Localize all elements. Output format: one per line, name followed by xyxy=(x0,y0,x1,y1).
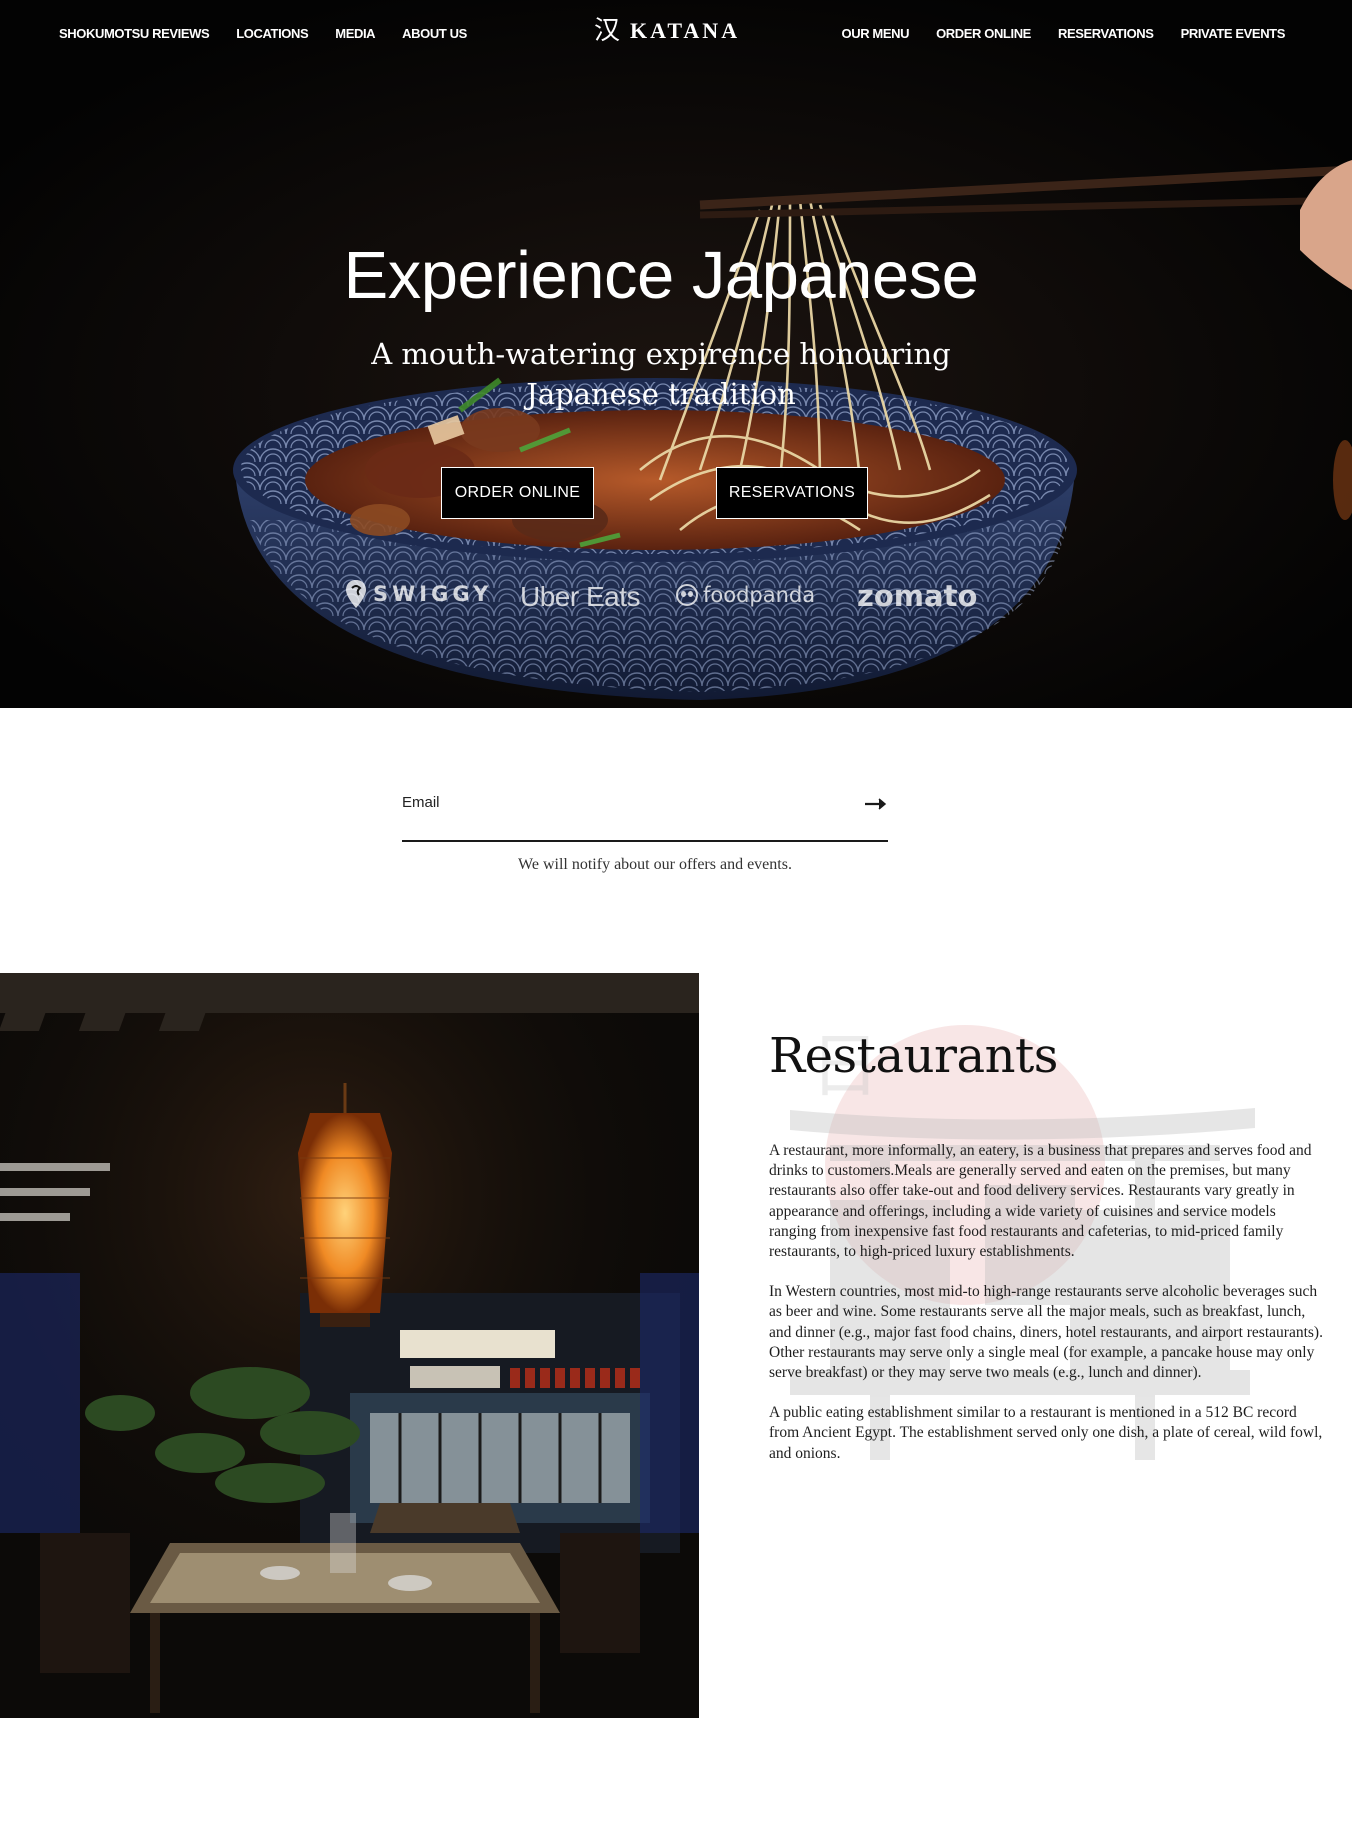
restaurants-title: Restaurants xyxy=(769,1028,1058,1084)
hero-title: Experience Japanese xyxy=(343,238,979,313)
partner-swiggy-label: SWIGGY xyxy=(373,582,493,606)
restaurants-paragraph-3: A public eating establishment similar to… xyxy=(769,1404,1323,1462)
panda-icon xyxy=(676,584,698,606)
email-input[interactable] xyxy=(402,790,842,814)
restaurants-description: A restaurant, more informally, an eatery… xyxy=(769,1141,1324,1484)
reservations-button[interactable]: RESERVATIONS xyxy=(716,467,868,519)
logo-text: KATANA xyxy=(630,18,741,43)
partner-uber-eats-label: Uber Eats xyxy=(520,581,641,612)
delivery-partners: SWIGGY Uber Eats foodpanda zomato xyxy=(340,575,980,619)
nav-right-group: OUR MENU ORDER ONLINE RESERVATIONS PRIVA… xyxy=(842,26,1286,41)
swiggy-pin-icon xyxy=(346,580,366,608)
newsletter-note: We will notify about our offers and even… xyxy=(518,856,792,873)
restaurants-paragraph-2: In Western countries, most mid-to high-r… xyxy=(769,1283,1323,1382)
partner-swiggy[interactable]: SWIGGY xyxy=(345,579,492,609)
nav-link-shokumotsu-reviews[interactable]: SHOKUMOTSU REVIEWS xyxy=(59,26,210,41)
katana-logo[interactable]: 汉 KATANA xyxy=(594,18,740,44)
restaurant-interior-image xyxy=(0,973,699,1718)
partner-foodpanda[interactable]: foodpanda xyxy=(676,583,815,607)
partner-zomato-label: zomato xyxy=(857,579,978,613)
nav-link-locations[interactable]: LOCATIONS xyxy=(236,26,308,41)
restaurants-paragraph-1: A restaurant, more informally, an eatery… xyxy=(769,1142,1312,1261)
arrow-right-icon[interactable] xyxy=(864,796,888,812)
partner-zomato[interactable]: zomato xyxy=(857,579,977,613)
top-navigation: SHOKUMOTSU REVIEWS LOCATIONS MEDIA ABOUT… xyxy=(0,0,1352,70)
nav-link-private-events[interactable]: PRIVATE EVENTS xyxy=(1181,26,1286,41)
email-row xyxy=(402,790,888,842)
nav-left-group: SHOKUMOTSU REVIEWS LOCATIONS MEDIA ABOUT… xyxy=(59,26,467,41)
hero-subtitle: A mouth-watering expirence honouring Jap… xyxy=(0,334,1322,414)
logo-glyph: 汉 xyxy=(594,16,621,46)
nav-link-reservations[interactable]: RESERVATIONS xyxy=(1058,26,1154,41)
nav-link-order-online[interactable]: ORDER ONLINE xyxy=(936,26,1031,41)
order-online-button[interactable]: ORDER ONLINE xyxy=(441,467,594,519)
hero-section: SHOKUMOTSU REVIEWS LOCATIONS MEDIA ABOUT… xyxy=(0,0,1352,708)
partner-foodpanda-label: foodpanda xyxy=(703,583,816,607)
hero-subtitle-line-1: A mouth-watering expirence honouring xyxy=(371,337,951,371)
partner-uber-eats[interactable]: Uber Eats xyxy=(520,581,641,613)
newsletter-signup: We will notify about our offers and even… xyxy=(402,790,888,873)
nav-link-our-menu[interactable]: OUR MENU xyxy=(842,26,910,41)
nav-link-media[interactable]: MEDIA xyxy=(335,26,375,41)
nav-link-about-us[interactable]: ABOUT US xyxy=(402,26,467,41)
hero-subtitle-line-2: Japanese tradition xyxy=(526,377,796,411)
